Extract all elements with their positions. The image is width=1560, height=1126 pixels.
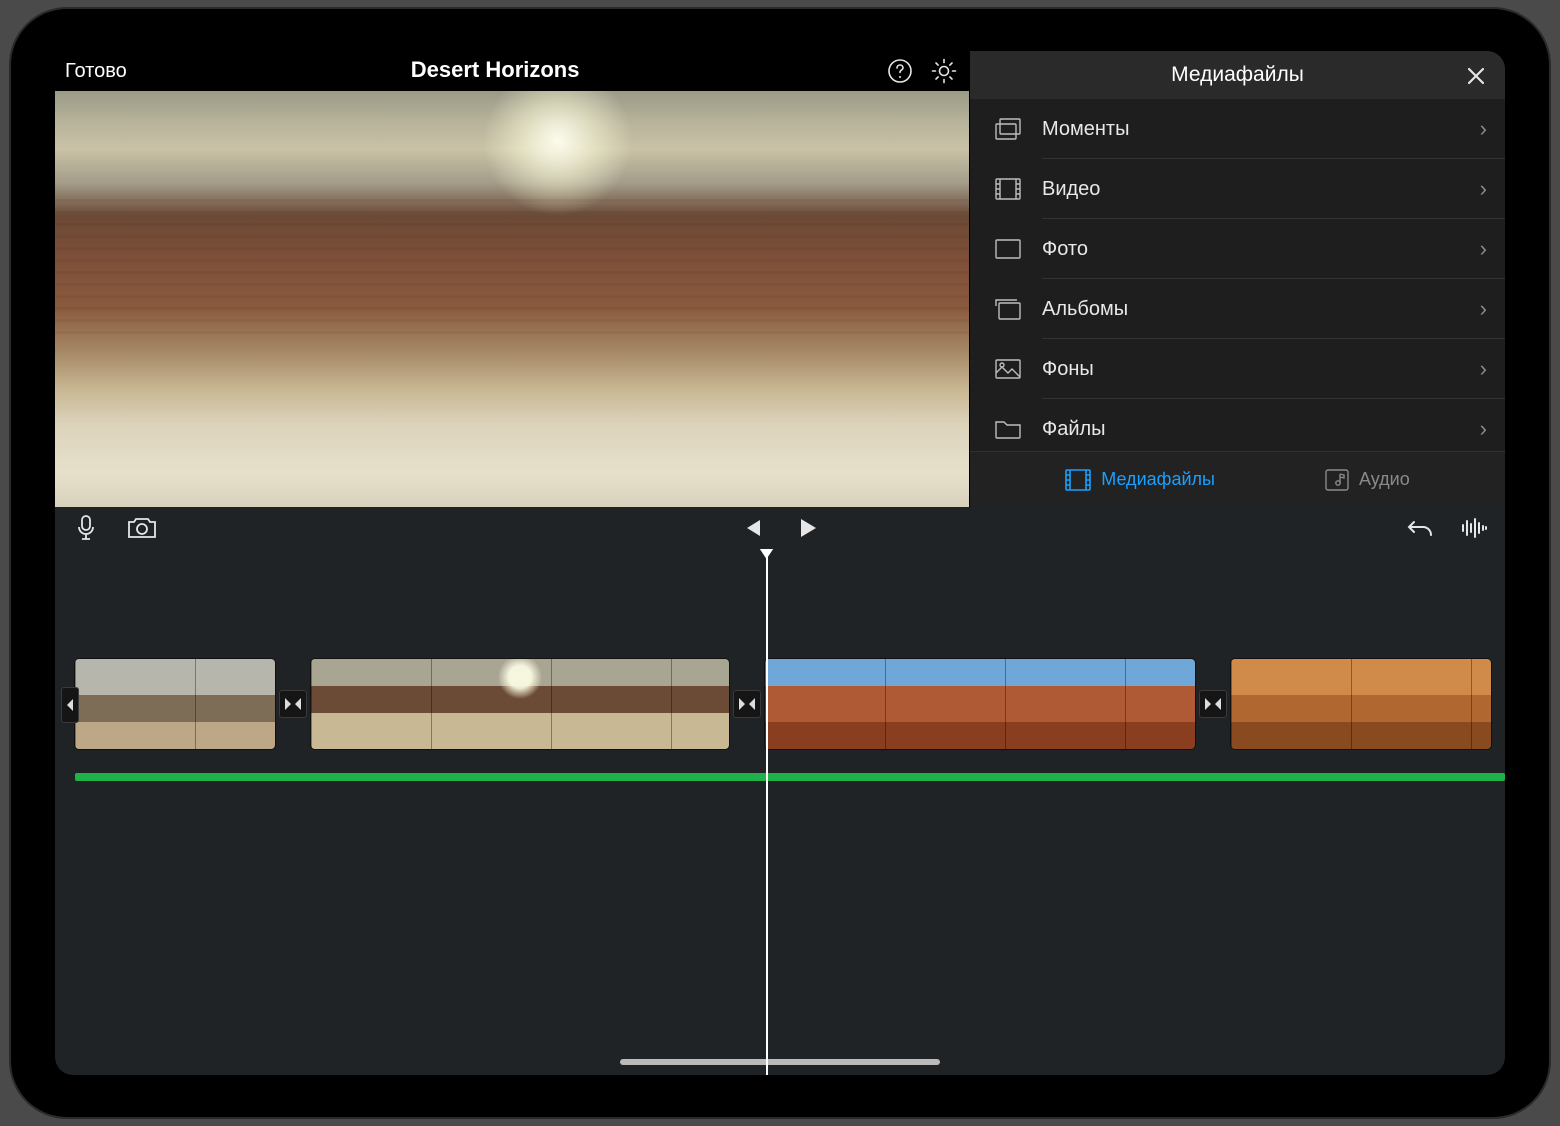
video-icon (992, 178, 1024, 200)
media-row-backgrounds[interactable]: Фоны › (970, 339, 1505, 399)
media-panel-header: Медиафайлы (970, 51, 1505, 99)
transition-button[interactable] (279, 690, 307, 718)
rewind-button[interactable] (737, 513, 767, 543)
tab-audio-label: Аудио (1359, 469, 1410, 490)
media-row-label: Фото (1042, 238, 1088, 261)
ipad-frame: Готово Desert Horizons (11, 9, 1549, 1117)
video-preview[interactable] (55, 91, 969, 507)
media-row-label: Моменты (1042, 118, 1129, 141)
waveform-button[interactable] (1459, 513, 1489, 543)
close-media-panel-button[interactable] (1461, 61, 1491, 91)
media-row-albums[interactable]: Альбомы › (970, 279, 1505, 339)
timeline-clip[interactable] (75, 659, 275, 749)
timeline-toolbar (55, 507, 1505, 549)
transition-button[interactable] (733, 690, 761, 718)
chevron-right-icon: › (1480, 236, 1487, 262)
backgrounds-icon (992, 359, 1024, 379)
media-row-photo[interactable]: Фото › (970, 219, 1505, 279)
chevron-right-icon: › (1480, 176, 1487, 202)
photo-icon (992, 239, 1024, 259)
chevron-right-icon: › (1480, 296, 1487, 322)
timeline-clip[interactable] (311, 659, 729, 749)
top-row: Готово Desert Horizons (55, 51, 1505, 507)
media-category-list: Моменты › Видео › (970, 99, 1505, 451)
tab-audio[interactable]: Аудио (1325, 469, 1410, 491)
project-title: Desert Horizons (411, 57, 580, 83)
media-row-video[interactable]: Видео › (970, 159, 1505, 219)
media-row-moments[interactable]: Моменты › (970, 99, 1505, 159)
music-note-icon (1325, 469, 1349, 491)
playhead[interactable] (766, 549, 768, 1075)
tab-media-label: Медиафайлы (1101, 469, 1215, 490)
microphone-button[interactable] (71, 513, 101, 543)
media-row-label: Видео (1042, 178, 1100, 201)
transition-button[interactable] (1199, 690, 1227, 718)
timeline-clip[interactable] (1231, 659, 1491, 749)
audio-track[interactable] (75, 773, 1505, 781)
chevron-right-icon: › (1480, 416, 1487, 442)
media-tabs: Медиафайлы Аудио (970, 451, 1505, 507)
chevron-right-icon: › (1480, 356, 1487, 382)
app-screen: Готово Desert Horizons (55, 51, 1505, 1075)
media-panel-title: Медиафайлы (1171, 63, 1304, 87)
media-row-label: Фоны (1042, 358, 1094, 381)
media-row-label: Файлы (1042, 418, 1106, 441)
clips-row (55, 649, 1505, 759)
help-button[interactable] (885, 56, 915, 86)
filmstrip-icon (1065, 469, 1091, 491)
camera-button[interactable] (127, 513, 157, 543)
undo-button[interactable] (1405, 513, 1435, 543)
files-icon (992, 419, 1024, 439)
settings-button[interactable] (929, 56, 959, 86)
moments-icon (992, 118, 1024, 140)
play-button[interactable] (793, 513, 823, 543)
media-row-label: Альбомы (1042, 298, 1128, 321)
preview-header: Готово Desert Horizons (55, 51, 969, 91)
timeline-clip[interactable] (765, 659, 1195, 749)
albums-icon (992, 298, 1024, 320)
media-panel: Медиафайлы Моменты › (969, 51, 1505, 507)
timeline[interactable] (55, 549, 1505, 1075)
done-button[interactable]: Готово (65, 60, 127, 83)
timeline-edge-left[interactable] (61, 687, 79, 723)
home-indicator (620, 1059, 940, 1065)
preview-pane: Готово Desert Horizons (55, 51, 969, 507)
chevron-right-icon: › (1480, 116, 1487, 142)
media-row-files[interactable]: Файлы › (970, 399, 1505, 451)
tab-media[interactable]: Медиафайлы (1065, 469, 1215, 491)
